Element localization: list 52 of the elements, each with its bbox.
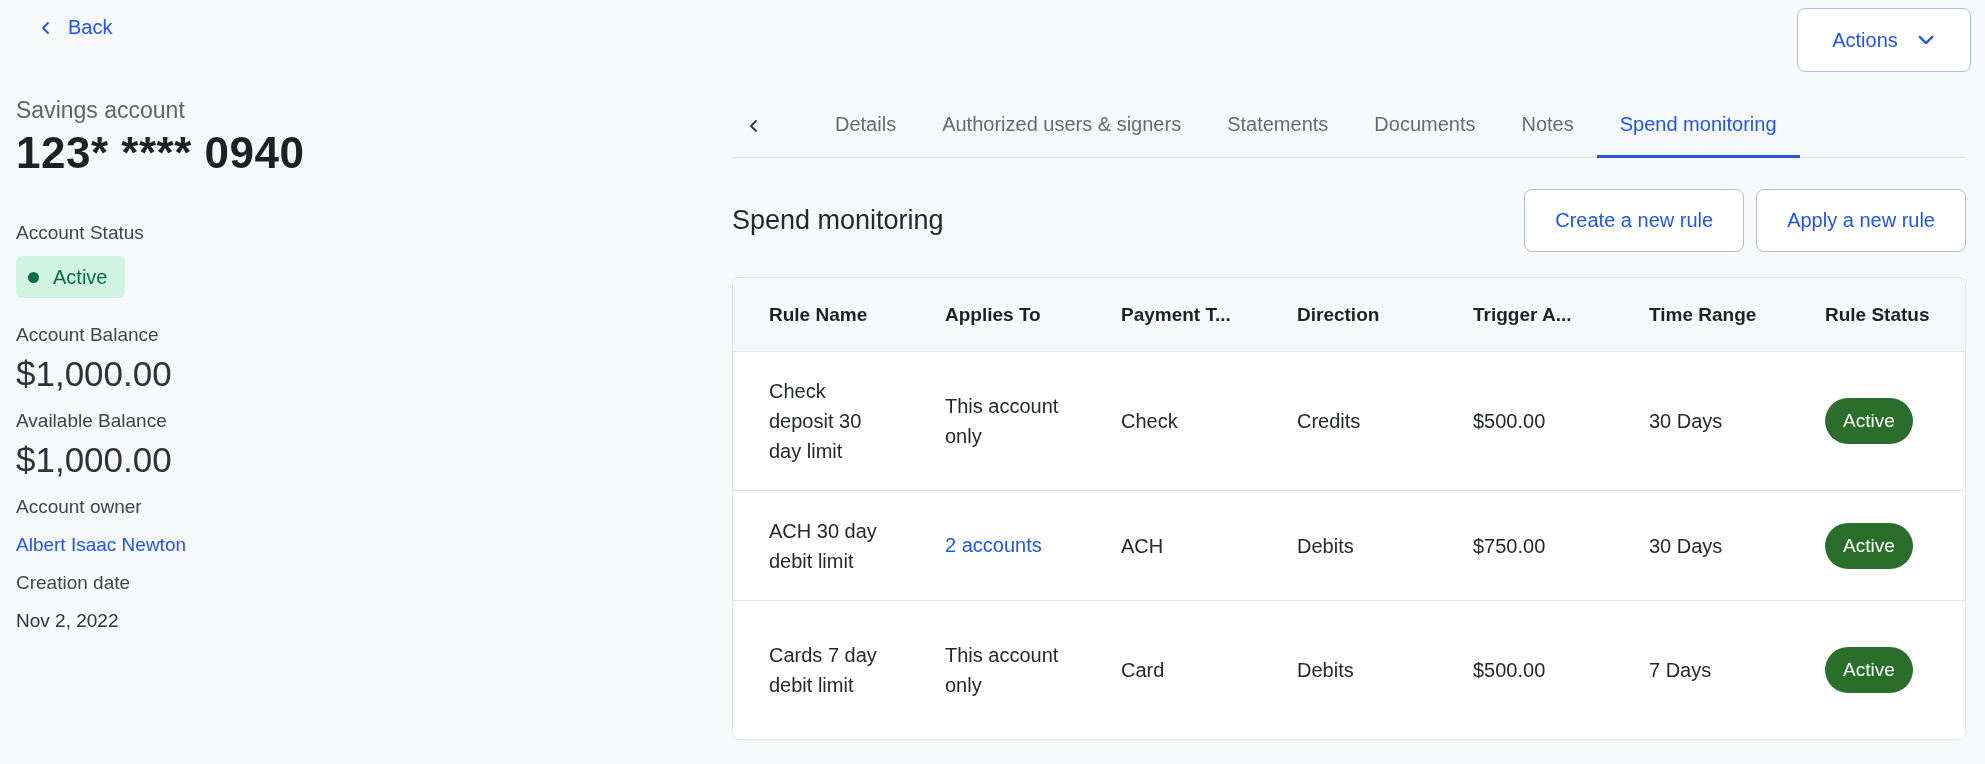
tab[interactable]: Documents: [1351, 100, 1499, 158]
status-badge: Active: [1825, 522, 1913, 569]
column-header: Trigger A...: [1472, 302, 1573, 327]
field-label: Account Status: [16, 222, 145, 244]
tab[interactable]: Authorized users & signers: [919, 100, 1205, 158]
tab[interactable]: Notes: [1498, 100, 1597, 158]
field-label: Available Balance: [16, 410, 168, 432]
table-cell-text: Credits: [1296, 409, 1362, 434]
column-header: Rule Status: [1824, 302, 1931, 327]
table-cell-text: 7 Days: [1648, 658, 1713, 683]
account-type: Savings account: [16, 97, 186, 124]
balance-amount: $1,000.00: [16, 354, 173, 394]
table-cell-text: Cards 7 day debit limit: [768, 643, 878, 698]
tab[interactable]: Spend monitoring: [1596, 100, 1800, 158]
table-cell-text: Check: [1120, 409, 1179, 434]
balance-amount: $1,000.00: [16, 440, 173, 480]
table-cell-text: This account only: [944, 394, 1060, 449]
status-dot-icon: [28, 271, 39, 283]
status-badge: Active: [16, 256, 126, 298]
rule-button[interactable]: Create a new rule: [1524, 189, 1745, 252]
tab[interactable]: Statements: [1204, 100, 1352, 158]
column-header: Payment T...: [1120, 302, 1232, 327]
actions-button[interactable]: Actions: [1797, 8, 1971, 72]
table-cell-text: Card: [1120, 658, 1166, 683]
table-cell-text: $500.00: [1472, 658, 1547, 683]
table-cell-text: This account only: [944, 643, 1060, 698]
column-header: Applies To: [944, 302, 1042, 327]
column-header: Direction: [1296, 302, 1381, 327]
table-cell-text: $750.00: [1472, 533, 1547, 559]
owner-link[interactable]: Albert Isaac Newton: [16, 534, 187, 556]
field-label: Account owner: [16, 496, 143, 518]
column-header: Rule Name: [768, 302, 869, 327]
table-cell-text: ACH: [1120, 533, 1165, 559]
table-cell-text: Debits: [1296, 658, 1355, 683]
section-title: Spend monitoring: [732, 205, 944, 236]
field-value: Nov 2, 2022: [16, 610, 120, 632]
table-cell-text: Check deposit 30 day limit: [768, 379, 863, 464]
status-badge: Active: [1825, 647, 1913, 693]
table-cell-text: ACH 30 day debit limit: [768, 518, 878, 574]
accounts-link[interactable]: 2 accounts: [945, 534, 1042, 557]
column-header: Time Range: [1648, 302, 1758, 327]
field-label: Account Balance: [16, 324, 160, 346]
table-cell-text: Debits: [1296, 533, 1355, 559]
tab[interactable]: Details: [812, 100, 920, 158]
field-label: Creation date: [16, 572, 132, 594]
account-number: 123* **** 0940: [16, 128, 306, 178]
rule-button[interactable]: Apply a new rule: [1756, 189, 1966, 252]
table-cell-text: 30 Days: [1648, 533, 1724, 559]
status-badge: Active: [1825, 398, 1913, 444]
table-cell-text: $500.00: [1472, 409, 1547, 434]
table-cell-text: 30 Days: [1648, 409, 1724, 434]
back-link[interactable]: Back: [38, 16, 113, 39]
